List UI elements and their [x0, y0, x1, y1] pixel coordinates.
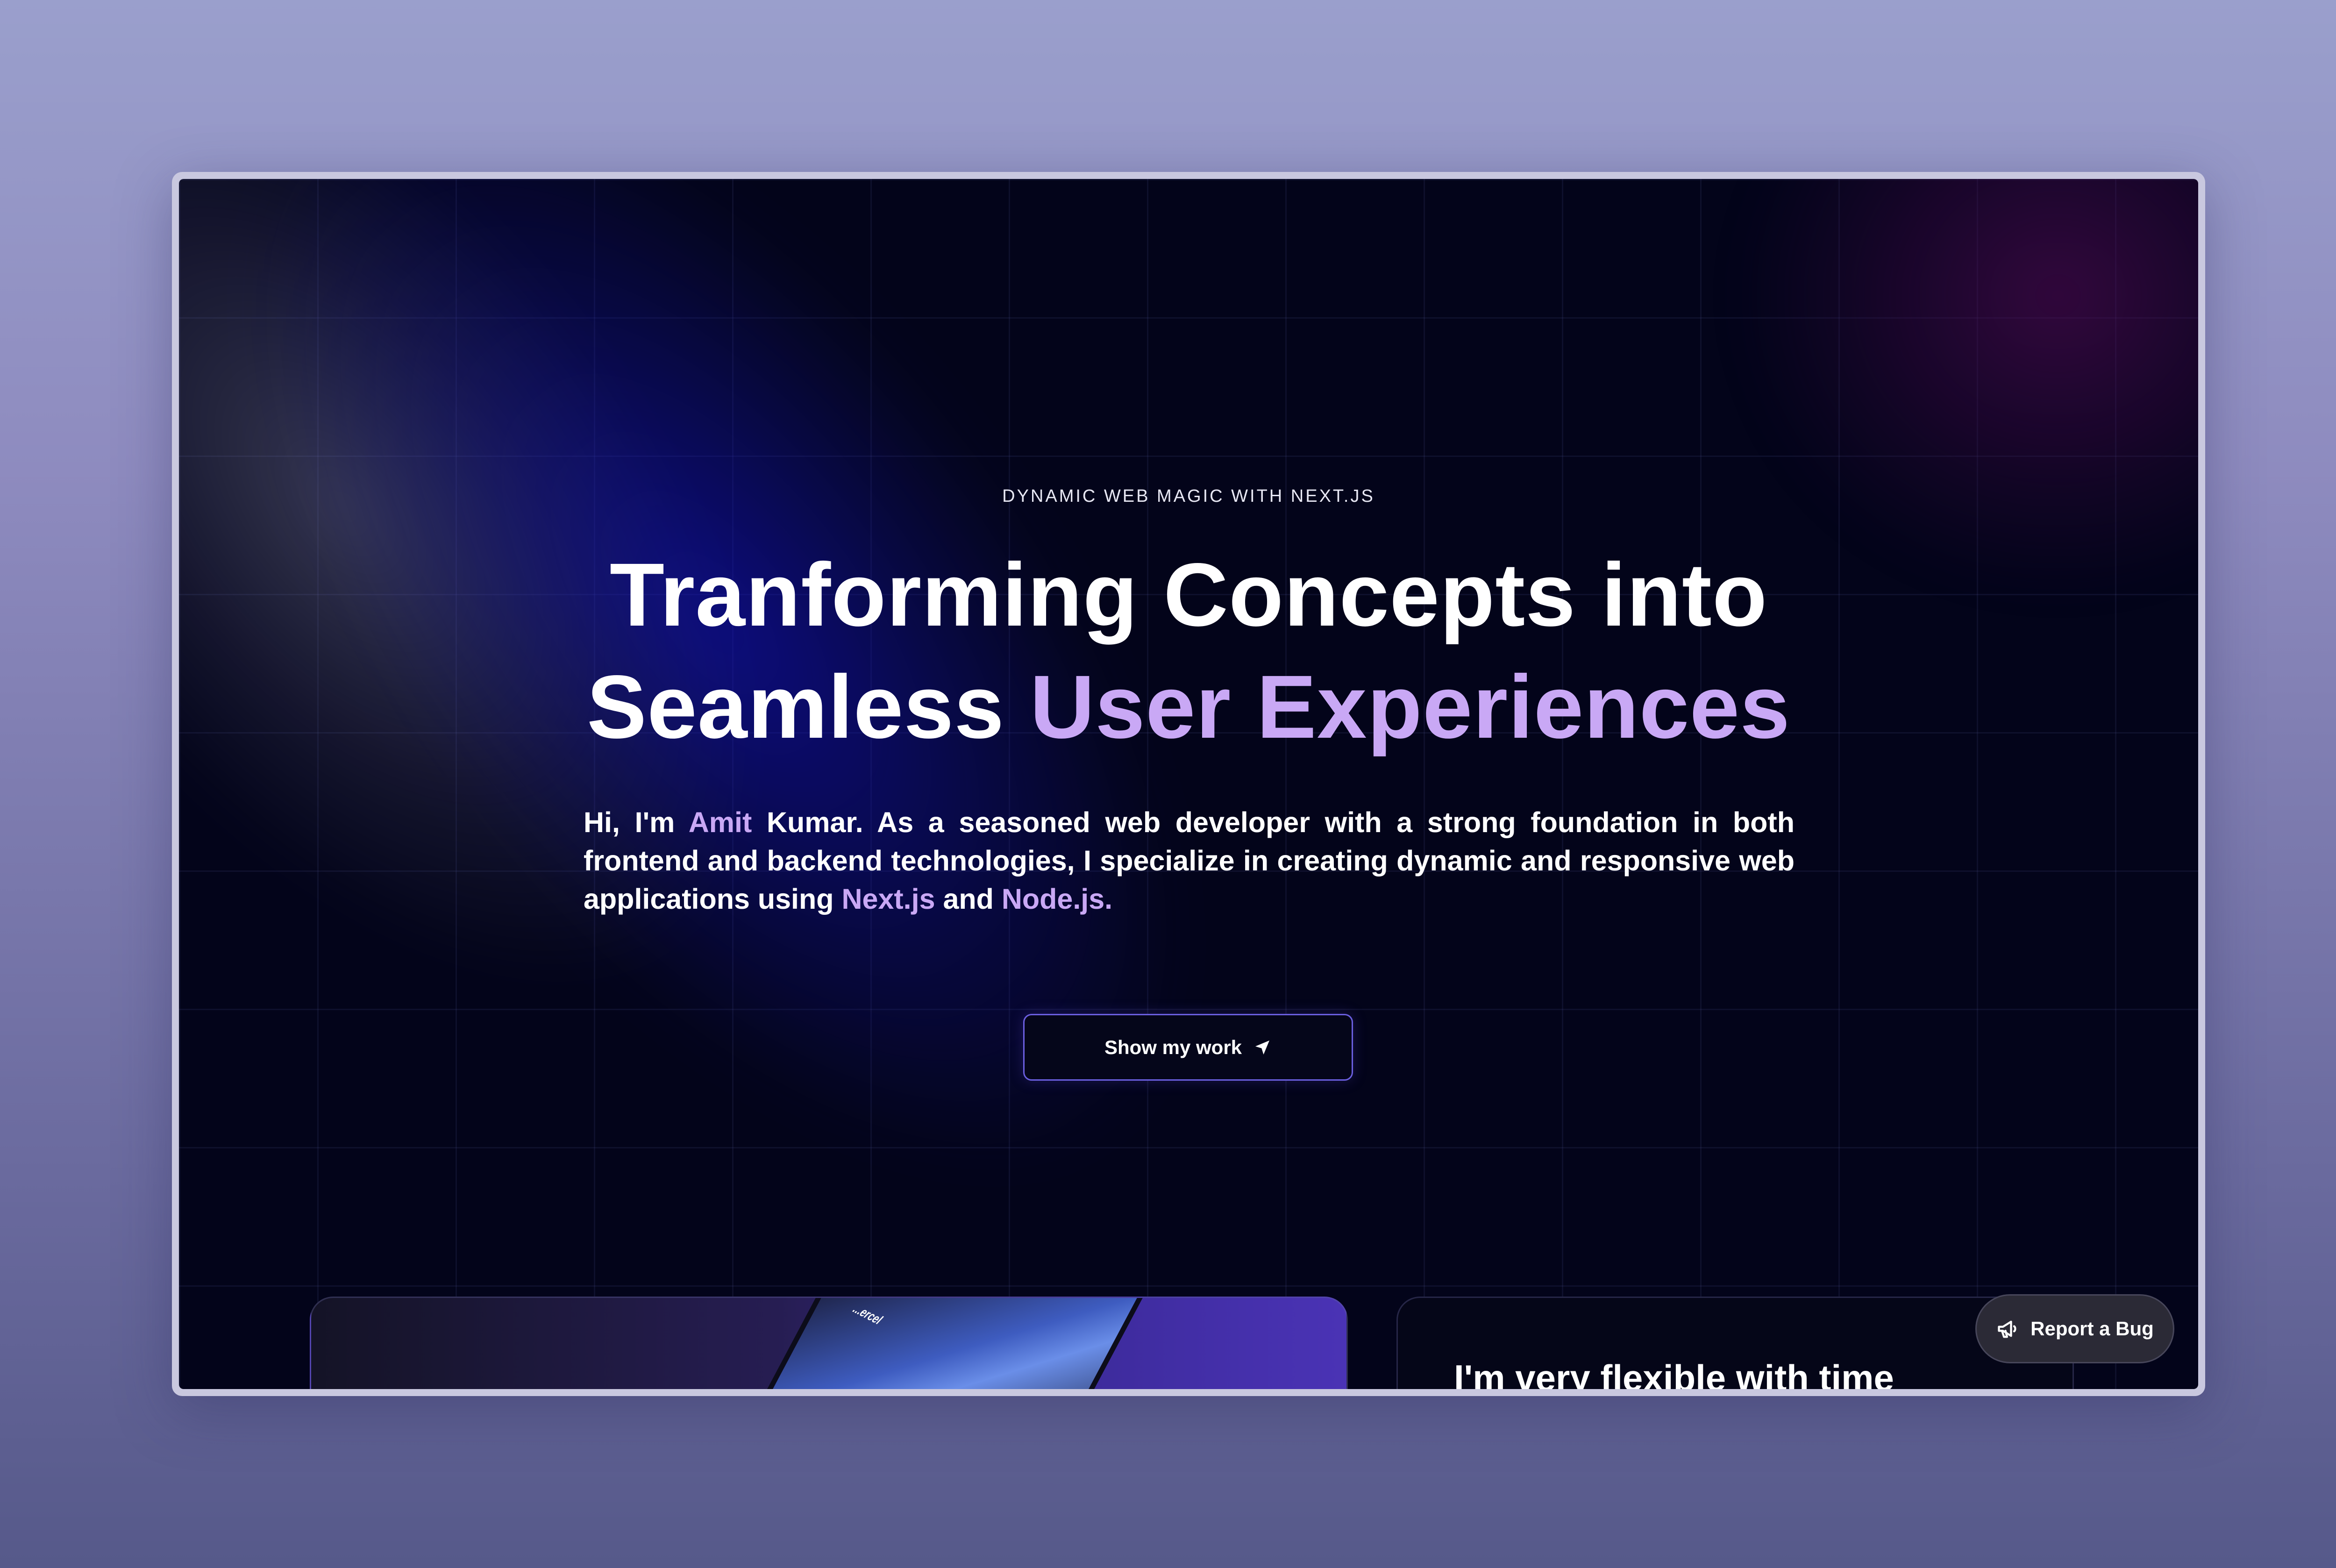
report-bug-button[interactable]: Report a Bug	[1975, 1294, 2174, 1363]
hero-intro: Hi, I'm Amit Kumar. As a seasoned web de…	[584, 803, 1795, 918]
spotlight-purple	[1731, 179, 2198, 599]
device-mockup: ...ercel	[726, 1298, 1158, 1389]
intro-part-1: Hi, I'm	[584, 806, 689, 838]
show-my-work-label: Show my work	[1104, 1036, 1242, 1058]
headline-line-2-accent: User Experiences	[1030, 656, 1791, 757]
intro-tech-nextjs: Next.js	[841, 883, 935, 915]
hero-eyebrow: Dynamic Web Magic with Next.js	[1002, 486, 1375, 506]
headline-line-2-plain: Seamless	[586, 656, 1030, 757]
browser-window: Dynamic Web Magic with Next.js Tranformi…	[172, 172, 2205, 1396]
intro-name: Amit	[688, 806, 752, 838]
intro-part-2: Kumar. As a seasoned web developer with …	[584, 806, 1795, 915]
intro-tech-nodejs: Node.js.	[1001, 883, 1113, 915]
intro-part-3: and	[935, 883, 1002, 915]
headline-line-1: Tranforming Concepts into	[609, 544, 1768, 645]
megaphone-icon	[1998, 1320, 2016, 1338]
report-bug-label: Report a Bug	[2030, 1318, 2154, 1340]
show-my-work-button[interactable]: Show my work	[1023, 1014, 1353, 1081]
flexible-time-title: I'm very flexible with time	[1454, 1357, 1894, 1389]
page-viewport: Dynamic Web Magic with Next.js Tranformi…	[179, 179, 2198, 1389]
device-screen-text: ...ercel	[849, 1302, 886, 1327]
flexible-time-card: I'm very flexible with time	[1396, 1297, 2074, 1389]
project-card-preview[interactable]: ...ercel	[310, 1297, 1348, 1389]
hero-headline: Tranforming Concepts into Seamless User …	[179, 539, 2198, 763]
navigation-arrow-icon	[1255, 1040, 1270, 1055]
